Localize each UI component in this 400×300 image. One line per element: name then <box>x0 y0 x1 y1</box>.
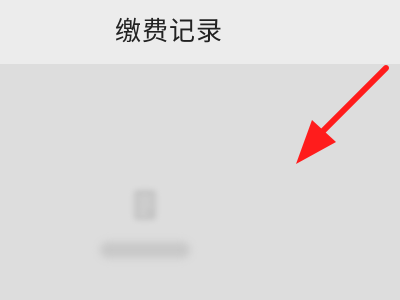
empty-state-message <box>100 242 190 258</box>
app-screen: 缴费记录 <box>0 0 400 300</box>
navigation-bar: 缴费记录 <box>0 0 400 64</box>
page-title: 缴费记录 <box>114 17 223 47</box>
red-arrow-icon <box>296 65 389 164</box>
document-icon <box>134 190 156 220</box>
